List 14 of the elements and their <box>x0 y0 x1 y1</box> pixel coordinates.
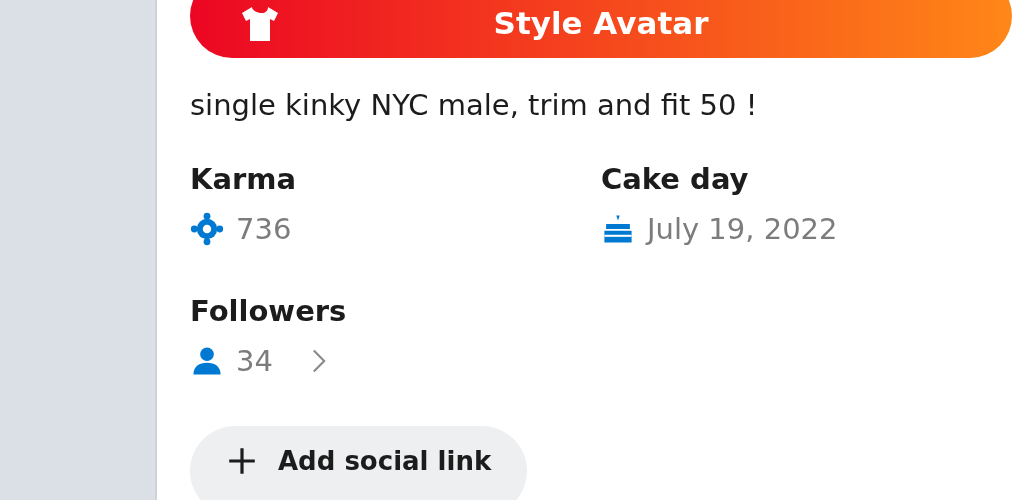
plus-icon <box>226 445 258 477</box>
stat-value: July 19, 2022 <box>647 212 838 246</box>
style-avatar-button[interactable]: Style Avatar <box>190 0 1012 58</box>
stat-value: 736 <box>236 212 292 246</box>
cake-icon <box>601 212 635 246</box>
person-icon <box>190 344 224 378</box>
add-social-link-button[interactable]: Add social link <box>190 426 528 500</box>
karma-icon <box>190 212 224 246</box>
stat-value: 34 <box>236 344 273 378</box>
profile-description: single kinky NYC male, trim and fit 50 ! <box>190 88 759 122</box>
chevron-right-icon[interactable] <box>310 348 327 374</box>
stat-label: Cake day <box>601 162 750 196</box>
stat-label: Karma <box>190 162 298 196</box>
stat-label: Followers <box>190 294 348 328</box>
